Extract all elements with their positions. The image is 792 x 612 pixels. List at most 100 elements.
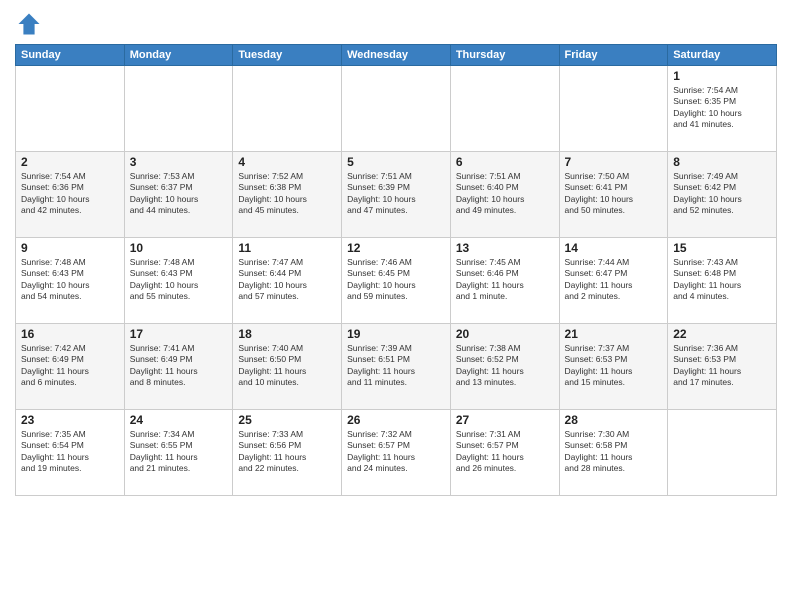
day-info: Sunrise: 7:40 AM Sunset: 6:50 PM Dayligh…: [238, 343, 336, 389]
day-number: 15: [673, 241, 771, 255]
header-friday: Friday: [559, 45, 668, 66]
cell-week2-day6: 7 Sunrise: 7:50 AM Sunset: 6:41 PM Daylig…: [559, 152, 668, 238]
day-number: 3: [130, 155, 228, 169]
cell-week4-day6: 21 Sunrise: 7:37 AM Sunset: 6:53 PM Dayli…: [559, 324, 668, 410]
cell-week5-day5: 27 Sunrise: 7:31 AM Sunset: 6:57 PM Dayli…: [450, 410, 559, 496]
cell-week2-day4: 5 Sunrise: 7:51 AM Sunset: 6:39 PM Daylig…: [342, 152, 451, 238]
day-number: 24: [130, 413, 228, 427]
day-number: 4: [238, 155, 336, 169]
day-info: Sunrise: 7:48 AM Sunset: 6:43 PM Dayligh…: [21, 257, 119, 303]
cell-week1-day1: [16, 66, 125, 152]
logo-icon: [15, 10, 43, 38]
day-info: Sunrise: 7:44 AM Sunset: 6:47 PM Dayligh…: [565, 257, 663, 303]
week-row-3: 9 Sunrise: 7:48 AM Sunset: 6:43 PM Daylig…: [16, 238, 777, 324]
header-sunday: Sunday: [16, 45, 125, 66]
day-number: 25: [238, 413, 336, 427]
day-number: 2: [21, 155, 119, 169]
cell-week5-day7: [668, 410, 777, 496]
day-info: Sunrise: 7:53 AM Sunset: 6:37 PM Dayligh…: [130, 171, 228, 217]
cell-week1-day5: [450, 66, 559, 152]
day-number: 7: [565, 155, 663, 169]
cell-week5-day6: 28 Sunrise: 7:30 AM Sunset: 6:58 PM Dayli…: [559, 410, 668, 496]
day-number: 8: [673, 155, 771, 169]
cell-week4-day1: 16Sunrise: 7:42 AM Sunset: 6:49 PM Dayli…: [16, 324, 125, 410]
cell-week3-day6: 14 Sunrise: 7:44 AM Sunset: 6:47 PM Dayli…: [559, 238, 668, 324]
day-number: 18: [238, 327, 336, 341]
cell-week1-day2: [124, 66, 233, 152]
calendar-table: SundayMondayTuesdayWednesdayThursdayFrid…: [15, 44, 777, 496]
day-number: 12: [347, 241, 445, 255]
day-number: 9: [21, 241, 119, 255]
cell-week3-day4: 12 Sunrise: 7:46 AM Sunset: 6:45 PM Dayli…: [342, 238, 451, 324]
day-info: Sunrise: 7:41 AM Sunset: 6:49 PM Dayligh…: [130, 343, 228, 389]
day-number: 28: [565, 413, 663, 427]
day-info: Sunrise: 7:36 AM Sunset: 6:53 PM Dayligh…: [673, 343, 771, 389]
day-info: Sunrise: 7:43 AM Sunset: 6:48 PM Dayligh…: [673, 257, 771, 303]
day-number: 10: [130, 241, 228, 255]
cell-week3-day5: 13 Sunrise: 7:45 AM Sunset: 6:46 PM Dayli…: [450, 238, 559, 324]
cell-week3-day2: 10 Sunrise: 7:48 AM Sunset: 6:43 PM Dayli…: [124, 238, 233, 324]
day-info: Sunrise: 7:50 AM Sunset: 6:41 PM Dayligh…: [565, 171, 663, 217]
day-number: 13: [456, 241, 554, 255]
day-number: 11: [238, 241, 336, 255]
cell-week4-day5: 20Sunrise: 7:38 AM Sunset: 6:52 PM Dayli…: [450, 324, 559, 410]
day-info: Sunrise: 7:31 AM Sunset: 6:57 PM Dayligh…: [456, 429, 554, 475]
day-info: Sunrise: 7:45 AM Sunset: 6:46 PM Dayligh…: [456, 257, 554, 303]
day-number: 27: [456, 413, 554, 427]
header-tuesday: Tuesday: [233, 45, 342, 66]
header-row: SundayMondayTuesdayWednesdayThursdayFrid…: [16, 45, 777, 66]
week-row-1: 1Sunrise: 7:54 AM Sunset: 6:35 PM Daylig…: [16, 66, 777, 152]
page: SundayMondayTuesdayWednesdayThursdayFrid…: [0, 0, 792, 612]
cell-week5-day3: 25 Sunrise: 7:33 AM Sunset: 6:56 PM Dayli…: [233, 410, 342, 496]
week-row-5: 23Sunrise: 7:35 AM Sunset: 6:54 PM Dayli…: [16, 410, 777, 496]
cell-week2-day3: 4 Sunrise: 7:52 AM Sunset: 6:38 PM Daylig…: [233, 152, 342, 238]
day-number: 22: [673, 327, 771, 341]
day-info: Sunrise: 7:30 AM Sunset: 6:58 PM Dayligh…: [565, 429, 663, 475]
cell-week2-day7: 8 Sunrise: 7:49 AM Sunset: 6:42 PM Daylig…: [668, 152, 777, 238]
cell-week4-day4: 19Sunrise: 7:39 AM Sunset: 6:51 PM Dayli…: [342, 324, 451, 410]
day-info: Sunrise: 7:33 AM Sunset: 6:56 PM Dayligh…: [238, 429, 336, 475]
cell-week4-day2: 17 Sunrise: 7:41 AM Sunset: 6:49 PM Dayli…: [124, 324, 233, 410]
logo: [15, 10, 47, 38]
day-number: 17: [130, 327, 228, 341]
day-number: 26: [347, 413, 445, 427]
header-saturday: Saturday: [668, 45, 777, 66]
day-info: Sunrise: 7:37 AM Sunset: 6:53 PM Dayligh…: [565, 343, 663, 389]
cell-week5-day2: 24 Sunrise: 7:34 AM Sunset: 6:55 PM Dayli…: [124, 410, 233, 496]
cell-week2-day5: 6 Sunrise: 7:51 AM Sunset: 6:40 PM Daylig…: [450, 152, 559, 238]
day-info: Sunrise: 7:34 AM Sunset: 6:55 PM Dayligh…: [130, 429, 228, 475]
day-info: Sunrise: 7:35 AM Sunset: 6:54 PM Dayligh…: [21, 429, 119, 475]
day-number: 6: [456, 155, 554, 169]
day-number: 21: [565, 327, 663, 341]
day-number: 1: [673, 69, 771, 83]
day-info: Sunrise: 7:52 AM Sunset: 6:38 PM Dayligh…: [238, 171, 336, 217]
cell-week1-day3: [233, 66, 342, 152]
day-info: Sunrise: 7:54 AM Sunset: 6:36 PM Dayligh…: [21, 171, 119, 217]
header: [15, 10, 777, 38]
cell-week3-day7: 15 Sunrise: 7:43 AM Sunset: 6:48 PM Dayli…: [668, 238, 777, 324]
calendar-header: SundayMondayTuesdayWednesdayThursdayFrid…: [16, 45, 777, 66]
cell-week5-day1: 23Sunrise: 7:35 AM Sunset: 6:54 PM Dayli…: [16, 410, 125, 496]
day-number: 19: [347, 327, 445, 341]
day-info: Sunrise: 7:46 AM Sunset: 6:45 PM Dayligh…: [347, 257, 445, 303]
cell-week1-day7: 1Sunrise: 7:54 AM Sunset: 6:35 PM Daylig…: [668, 66, 777, 152]
day-number: 5: [347, 155, 445, 169]
day-info: Sunrise: 7:51 AM Sunset: 6:40 PM Dayligh…: [456, 171, 554, 217]
cell-week5-day4: 26 Sunrise: 7:32 AM Sunset: 6:57 PM Dayli…: [342, 410, 451, 496]
day-info: Sunrise: 7:49 AM Sunset: 6:42 PM Dayligh…: [673, 171, 771, 217]
day-info: Sunrise: 7:32 AM Sunset: 6:57 PM Dayligh…: [347, 429, 445, 475]
header-wednesday: Wednesday: [342, 45, 451, 66]
cell-week2-day2: 3 Sunrise: 7:53 AM Sunset: 6:37 PM Daylig…: [124, 152, 233, 238]
cell-week3-day1: 9 Sunrise: 7:48 AM Sunset: 6:43 PM Daylig…: [16, 238, 125, 324]
day-info: Sunrise: 7:47 AM Sunset: 6:44 PM Dayligh…: [238, 257, 336, 303]
day-number: 14: [565, 241, 663, 255]
cell-week1-day6: [559, 66, 668, 152]
cell-week4-day3: 18 Sunrise: 7:40 AM Sunset: 6:50 PM Dayli…: [233, 324, 342, 410]
cell-week2-day1: 2 Sunrise: 7:54 AM Sunset: 6:36 PM Daylig…: [16, 152, 125, 238]
header-thursday: Thursday: [450, 45, 559, 66]
cell-week4-day7: 22 Sunrise: 7:36 AM Sunset: 6:53 PM Dayli…: [668, 324, 777, 410]
day-info: Sunrise: 7:42 AM Sunset: 6:49 PM Dayligh…: [21, 343, 119, 389]
cell-week1-day4: [342, 66, 451, 152]
day-info: Sunrise: 7:48 AM Sunset: 6:43 PM Dayligh…: [130, 257, 228, 303]
day-info: Sunrise: 7:51 AM Sunset: 6:39 PM Dayligh…: [347, 171, 445, 217]
